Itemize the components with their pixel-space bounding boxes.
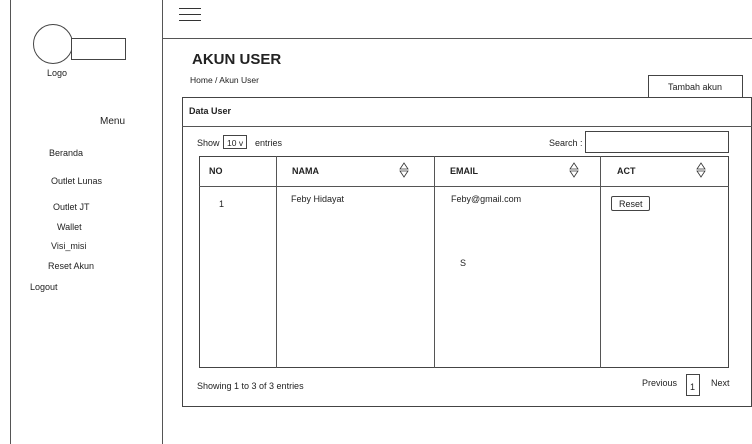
table-col-divider-1 — [276, 156, 277, 368]
add-account-button[interactable]: Tambah akun — [648, 75, 743, 99]
sort-updown-icon[interactable] — [569, 162, 579, 178]
sidebar-item-logout[interactable]: Logout — [30, 283, 58, 292]
sidebar-item-outlet-lunas[interactable]: Outlet Lunas — [51, 177, 102, 186]
column-header-act[interactable]: ACT — [617, 167, 636, 176]
sort-updown-icon[interactable] — [696, 162, 706, 178]
sort-updown-icon[interactable] — [399, 162, 409, 178]
sidebar-item-reset-akun[interactable]: Reset Akun — [48, 262, 94, 271]
add-account-label: Tambah akun — [668, 82, 723, 92]
panel-title: Data User — [189, 106, 232, 116]
reset-button-label: Reset — [619, 199, 643, 209]
logo-box — [71, 38, 126, 60]
table-col-divider-2 — [434, 156, 435, 368]
cell-nama: Feby Hidayat — [291, 194, 345, 204]
column-header-no[interactable]: NO — [209, 167, 223, 176]
entries-select-value: 10 v — [227, 138, 244, 148]
page-title: AKUN USER — [192, 51, 282, 68]
column-header-email[interactable]: EMAIL — [450, 167, 478, 176]
topbar-divider — [162, 38, 752, 39]
panel-header-divider — [182, 126, 752, 127]
entries-label: entries — [255, 138, 283, 148]
entries-select[interactable]: 10 v — [223, 135, 247, 149]
search-input[interactable] — [585, 131, 729, 153]
stray-text: S — [460, 258, 467, 268]
sidebar-item-outlet-jt[interactable]: Outlet JT — [53, 203, 90, 212]
table-col-divider-3 — [600, 156, 601, 368]
sidebar-item-visi-misi[interactable]: Visi_misi — [51, 242, 86, 251]
frame-left-border — [10, 0, 11, 444]
entries-info: Showing 1 to 3 of 3 entries — [197, 381, 304, 391]
pagination-page-1[interactable]: 1 — [686, 374, 700, 396]
sidebar-item-beranda[interactable]: Beranda — [49, 149, 83, 158]
sidebar-divider — [162, 0, 163, 444]
pagination-page-label: 1 — [690, 382, 696, 392]
menu-heading: Menu — [100, 116, 126, 127]
breadcrumb[interactable]: Home / Akun User — [190, 76, 259, 85]
logo-label: Logo — [47, 68, 68, 78]
pagination-previous[interactable]: Previous — [642, 379, 677, 388]
table-header-divider — [199, 186, 729, 187]
hamburger-icon[interactable] — [179, 8, 201, 26]
cell-email: Feby@gmail.com — [451, 194, 522, 204]
pagination-next[interactable]: Next — [711, 379, 730, 388]
reset-button[interactable]: Reset — [611, 196, 650, 211]
cell-no: 1 — [219, 199, 225, 209]
logo-circle — [33, 24, 73, 64]
search-label: Search : — [549, 138, 583, 148]
column-header-nama[interactable]: NAMA — [292, 167, 319, 176]
sidebar-item-wallet[interactable]: Wallet — [57, 223, 82, 232]
show-label: Show — [197, 138, 220, 148]
